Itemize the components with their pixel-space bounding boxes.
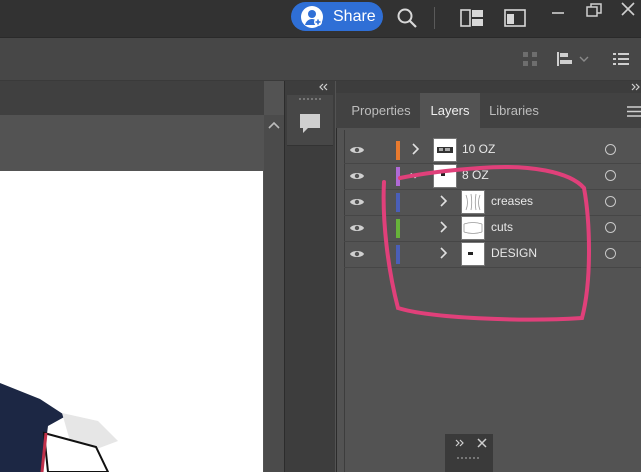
expand-chevron-icon[interactable] [410,143,420,155]
visibility-eye-icon[interactable] [349,221,365,235]
vertical-scrollbar[interactable] [264,115,284,472]
panel-header-strip [336,81,641,93]
share-label: Share [333,7,376,25]
floating-panel[interactable] [445,434,493,472]
close-icon[interactable] [477,438,487,448]
artwork-shapes [0,383,118,472]
workspace-icon[interactable] [504,9,526,32]
layer-name: 10 OZ [462,142,496,156]
artboard[interactable] [0,171,263,472]
panel-menu-icon[interactable] [627,106,641,117]
layer-target-icon[interactable] [605,170,616,181]
annotation-highlight [381,164,591,322]
restore-icon[interactable] [585,2,603,23]
collapse-arrows-icon[interactable] [318,83,328,91]
expand-arrows-icon[interactable] [631,83,641,91]
layer-target-icon[interactable] [605,144,616,155]
minimize-icon[interactable] [551,5,565,24]
visibility-eye-icon[interactable] [349,169,365,183]
canvas-pasteboard [0,115,264,171]
comment-icon [300,114,320,133]
layer-thumbnail [433,138,457,162]
toolbar-separator [434,7,435,29]
application-bar: Share [0,0,641,38]
tab-layers[interactable]: Layers [420,93,480,128]
layer-target-icon[interactable] [605,196,616,207]
align-dropdown-icon[interactable] [556,50,592,73]
properties-list-icon[interactable] [613,52,629,71]
share-button[interactable]: Share [291,2,383,31]
document-tab-bar [0,81,264,115]
search-icon[interactable] [396,7,418,34]
expand-arrows-icon[interactable] [455,439,465,447]
close-icon[interactable] [621,2,635,21]
control-bar [0,38,641,81]
comments-panel-button[interactable] [287,95,333,146]
layer-color-swatch [396,141,400,160]
align-grid-icon[interactable] [522,51,538,72]
share-avatar-icon [301,5,323,28]
tab-properties[interactable]: Properties [342,93,420,128]
visibility-eye-icon[interactable] [349,247,365,261]
visibility-eye-icon[interactable] [349,143,365,157]
layer-target-icon[interactable] [605,248,616,259]
grip-icon [299,98,323,100]
arrange-documents-icon[interactable] [460,9,484,32]
grip-icon [457,457,481,459]
layer-target-icon[interactable] [605,222,616,233]
visibility-eye-icon[interactable] [349,195,365,209]
panel-tabs: Properties Layers Libraries [336,93,641,128]
scroll-up-icon[interactable] [268,121,280,129]
tab-libraries[interactable]: Libraries [480,93,548,128]
